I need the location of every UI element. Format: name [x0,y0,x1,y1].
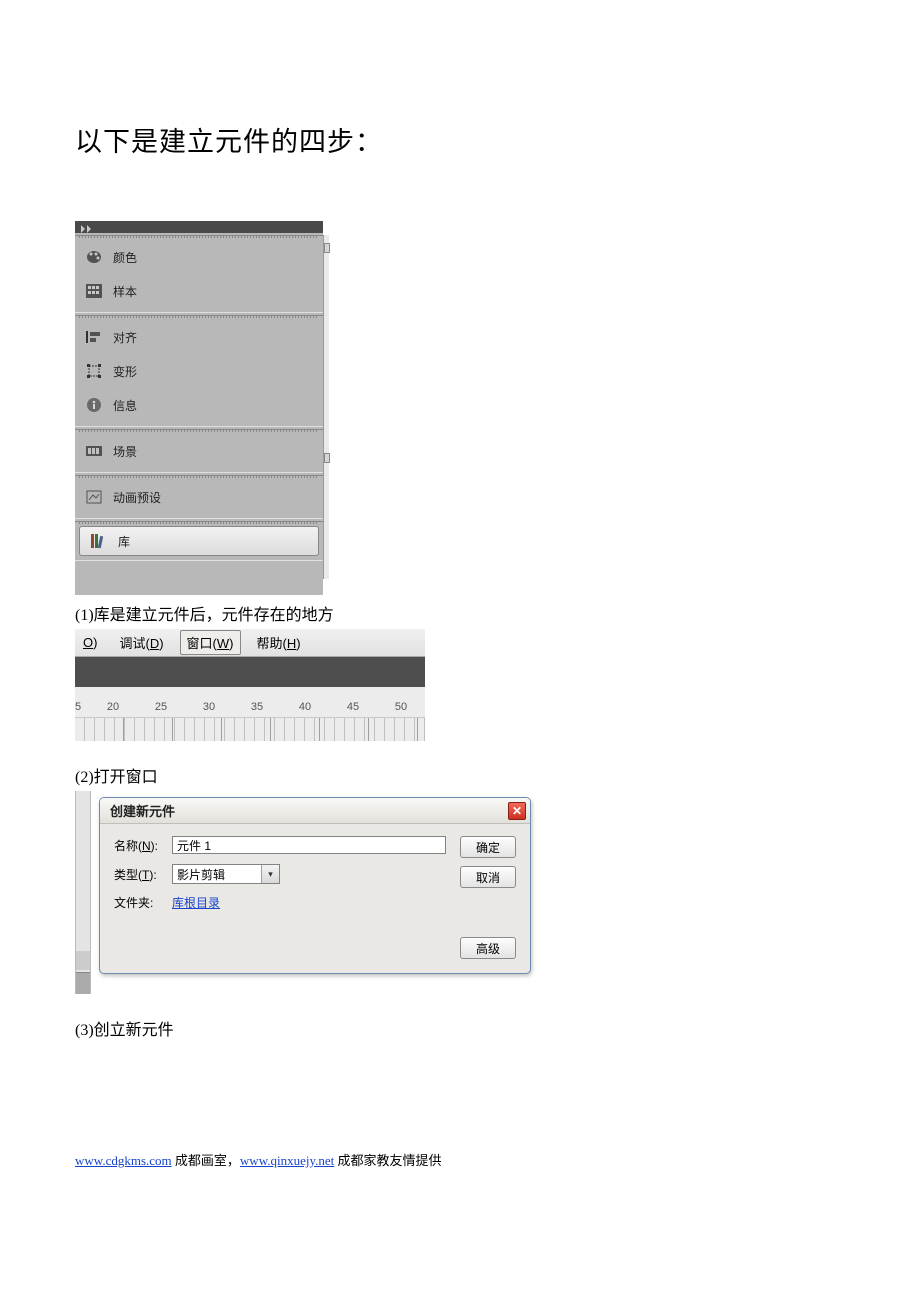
create-symbol-dialog: 创建新元件 ✕ 名称(N): 类型(T): 影片剪辑 ▾ 文件夹: 库 [99,797,531,974]
footer-text: 成都画室， [172,1153,240,1168]
folder-label: 文件夹: [114,894,172,911]
left-strip [75,791,91,994]
dialog-title-text: 创建新元件 [110,801,175,820]
panel-item-label: 场景 [113,443,137,460]
ruler-number: 35 [233,701,281,717]
ruler-number: 45 [329,701,377,717]
symbol-type-select[interactable]: 影片剪辑 ▾ [172,864,280,884]
panel-item-anim-preset[interactable]: 动画预设 [75,480,323,514]
folder-link[interactable]: 库根目录 [172,894,220,911]
panel-item-label: 对齐 [113,329,137,346]
menu-timeline-screenshot: O) 调试(D) 窗口(W) 帮助(H) 5 20 25 30 35 40 45… [75,629,425,741]
dialog-titlebar[interactable]: 创建新元件 ✕ [100,798,530,824]
panel-item-label: 样本 [113,283,137,300]
type-label: 类型(T): [114,866,172,883]
page-heading: 以下是建立元件的四步： [75,120,845,159]
dialog-screenshot: 创建新元件 ✕ 名称(N): 类型(T): 影片剪辑 ▾ 文件夹: 库 [75,791,535,994]
panel-item-info[interactable]: 信息 [75,388,323,422]
panel-item-label: 信息 [113,397,137,414]
menu-item-debug[interactable]: 调试(D) [113,631,169,654]
panel-item-library[interactable]: 库 [79,526,319,556]
caption-3: (3)创立新元件 [75,1016,845,1040]
scrollbar[interactable] [323,235,329,579]
panel-item-label: 变形 [113,363,137,380]
panel-item-align[interactable]: 对齐 [75,320,323,354]
ruler-number: 5 [75,701,89,717]
panel-item-swatch[interactable]: 样本 [75,274,323,308]
scene-icon [85,442,103,460]
align-icon [85,328,103,346]
anim-preset-icon [85,488,103,506]
menu-item-help[interactable]: 帮助(H) [251,631,307,654]
panel-collapse-bar[interactable] [75,221,323,233]
footer-link-2[interactable]: www.qinxuejy.net [240,1153,334,1168]
ruler-number: 50 [377,701,425,717]
timeline-frames[interactable] [75,717,425,741]
advanced-button[interactable]: 高级 [460,937,516,959]
swatch-icon [85,282,103,300]
menubar: O) 调试(D) 窗口(W) 帮助(H) [75,629,425,657]
panel-item-label: 颜色 [113,249,137,266]
chevron-down-icon: ▾ [261,865,279,883]
panel-item-transform[interactable]: 变形 [75,354,323,388]
ruler-number: 40 [281,701,329,717]
panel-item-label: 动画预设 [113,489,161,506]
toolbar-dark [75,657,425,687]
palette-icon [85,248,103,266]
panel-item-scene[interactable]: 场景 [75,434,323,468]
caption-1: (1)库是建立元件后，元件存在的地方 [75,601,845,625]
name-label: 名称(N): [114,837,172,854]
panel-item-color[interactable]: 颜色 [75,240,323,274]
close-icon[interactable]: ✕ [508,802,526,820]
footer-link-1[interactable]: www.cdgkms.com [75,1153,172,1168]
ok-button[interactable]: 确定 [460,836,516,858]
library-icon [90,532,108,550]
menu-item-window[interactable]: 窗口(W) [180,630,241,655]
info-icon [85,396,103,414]
ruler-number: 30 [185,701,233,717]
ruler-number: 20 [89,701,137,717]
page-footer: www.cdgkms.com 成都画室，www.qinxuejy.net 成都家… [75,1150,845,1169]
transform-icon [85,362,103,380]
symbol-name-input[interactable] [172,836,446,854]
ruler-number: 25 [137,701,185,717]
caption-2: (2)打开窗口 [75,763,845,787]
panel-item-label: 库 [118,533,130,550]
panels-screenshot: 颜色 样本 对齐 变形 信息 场景 动画预设 [75,221,323,595]
menu-fragment-o[interactable]: O) [77,633,103,652]
timeline: 5 20 25 30 35 40 45 50 [75,687,425,741]
footer-text: 成都家教友情提供 [334,1153,441,1168]
select-value: 影片剪辑 [177,866,225,883]
cancel-button[interactable]: 取消 [460,866,516,888]
